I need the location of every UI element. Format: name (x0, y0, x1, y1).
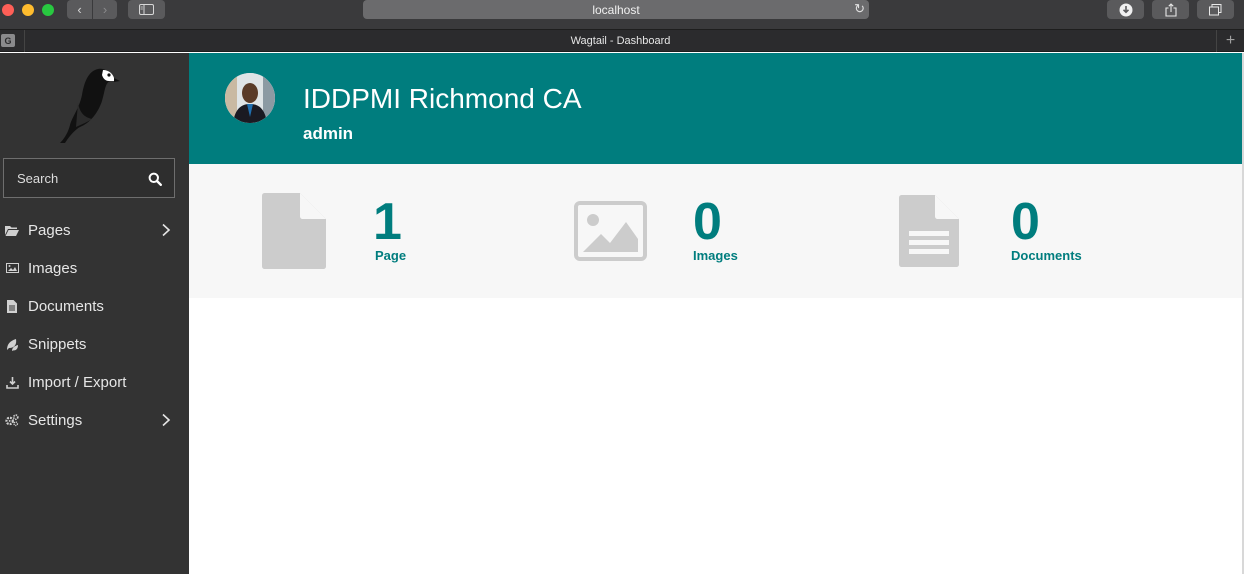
tabs-icon (1209, 3, 1222, 15)
sidebar-item-label: Images (28, 259, 78, 277)
sidebar-item-label: Documents (28, 297, 104, 315)
sidebar-item-documents[interactable]: Documents (0, 287, 189, 325)
image-icon (5, 261, 19, 275)
download-icon (5, 375, 19, 389)
forward-icon: › (102, 2, 108, 17)
sidebar-item-snippets[interactable]: Snippets (0, 325, 189, 363)
summary-pages[interactable]: 1 Page (262, 164, 522, 298)
snippet-icon (5, 337, 19, 351)
site-summary: 1 Page 0 Images 0 Documents (189, 164, 1242, 298)
sidebar-item-pages[interactable]: Pages (0, 211, 189, 249)
cogs-icon (5, 413, 19, 427)
user-name: admin (303, 124, 354, 143)
dashboard-header: IDDPMI Richmond CA admin (189, 53, 1242, 164)
browser-toolbar: ‹ › localhost ↻ (0, 0, 1244, 29)
page-icon (262, 193, 326, 269)
chevron-right-icon (162, 223, 171, 237)
chevron-right-icon (162, 413, 171, 427)
back-button[interactable]: ‹ (67, 0, 92, 19)
main-menu: Pages Images Documents Snippets Import /… (0, 211, 189, 439)
sidebar-item-label: Pages (28, 221, 71, 239)
site-name: IDDPMI Richmond CA (303, 83, 582, 114)
documents-count: 0 (1011, 193, 1040, 251)
sidebar-item-images[interactable]: Images (0, 249, 189, 287)
images-label: Images (693, 248, 738, 263)
tab-favicon: G (1, 34, 15, 47)
sidebar-item-import-export[interactable]: Import / Export (0, 363, 189, 401)
navigation-buttons: ‹ › (67, 0, 117, 19)
reload-icon[interactable]: ↻ (854, 1, 865, 17)
sidebar: Search Pages Images Documents Snippets I… (0, 53, 189, 574)
downloads-button[interactable] (1107, 0, 1144, 19)
search-placeholder: Search (17, 171, 59, 186)
url-text: localhost (592, 2, 640, 17)
forward-button[interactable]: › (92, 0, 117, 19)
tab-bar: G Wagtail - Dashboard + (0, 29, 1244, 52)
back-icon: ‹ (77, 2, 82, 17)
window-close-button[interactable] (2, 4, 14, 16)
summary-images[interactable]: 0 Images (574, 164, 834, 298)
tab-overview-button[interactable] (1197, 0, 1234, 19)
summary-documents[interactable]: 0 Documents (898, 164, 1158, 298)
avatar[interactable] (225, 73, 275, 123)
image-icon (574, 201, 647, 261)
tab-active[interactable]: Wagtail - Dashboard (25, 30, 1216, 52)
address-bar[interactable]: localhost ↻ (363, 0, 869, 19)
share-icon (1164, 2, 1177, 17)
new-tab-icon: + (1225, 32, 1236, 49)
sidebar-item-label: Snippets (28, 335, 87, 353)
search-input[interactable]: Search (3, 158, 175, 198)
images-count: 0 (693, 193, 722, 251)
sidebar-icon (139, 4, 154, 15)
sidebar-item-label: Settings (28, 411, 83, 429)
document-icon (899, 195, 959, 267)
folder-icon (5, 223, 19, 237)
document-icon (5, 299, 19, 313)
pages-label: Page (375, 248, 407, 263)
tab-title: Wagtail - Dashboard (570, 35, 671, 47)
search-icon[interactable] (148, 172, 162, 186)
documents-label: Documents (1011, 248, 1082, 263)
window-maximize-button[interactable] (42, 4, 54, 16)
sidebar-toggle-button[interactable] (128, 0, 165, 19)
sidebar-item-settings[interactable]: Settings (0, 401, 189, 439)
share-button[interactable] (1152, 0, 1189, 19)
pages-count: 1 (373, 193, 402, 251)
download-icon (1119, 3, 1132, 16)
wagtail-logo[interactable] (58, 67, 120, 143)
sidebar-item-label: Import / Export (28, 373, 127, 391)
window-minimize-button[interactable] (22, 4, 34, 16)
new-tab-button[interactable]: + (1216, 30, 1244, 52)
